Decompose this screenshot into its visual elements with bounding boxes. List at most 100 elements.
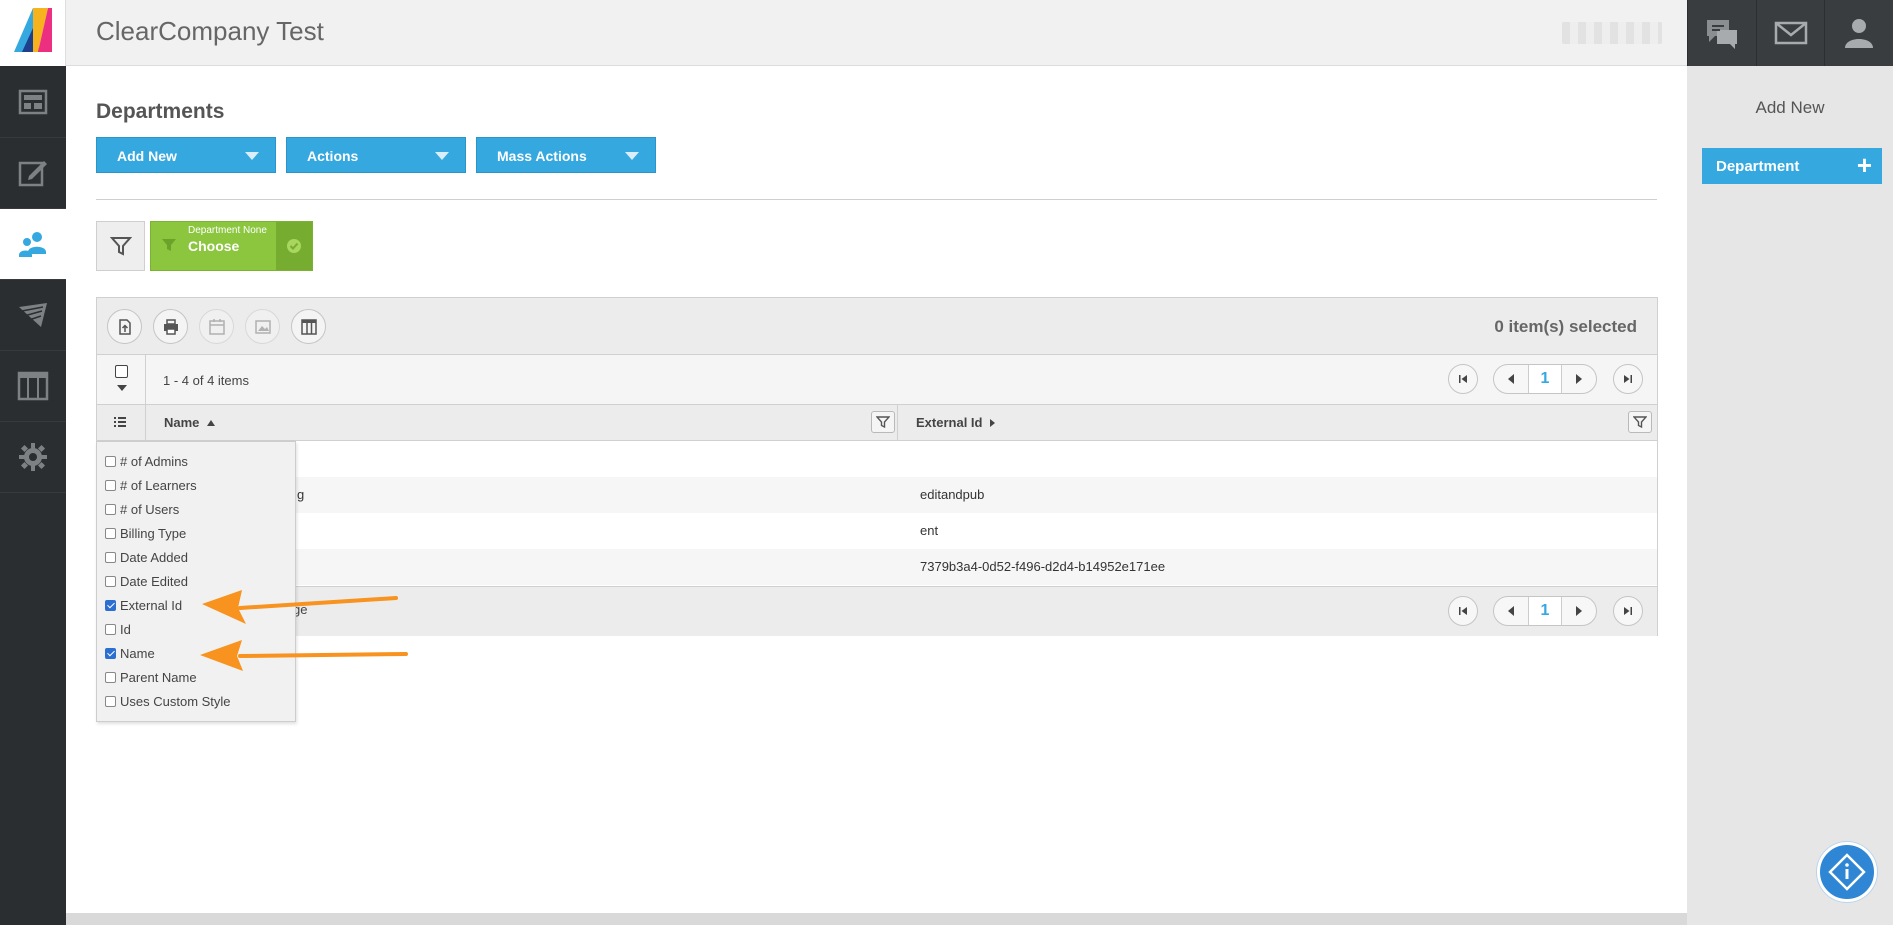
column-checkbox[interactable] xyxy=(105,671,116,683)
column-menu-toggle[interactable] xyxy=(97,405,146,440)
nav-settings[interactable] xyxy=(0,422,66,493)
export-icon xyxy=(118,318,131,335)
sort-asc-icon xyxy=(207,420,216,426)
column-checkbox[interactable] xyxy=(105,455,116,467)
columns-button[interactable] xyxy=(291,309,326,344)
column-checkbox[interactable] xyxy=(105,647,116,659)
column-option[interactable]: # of Learners xyxy=(105,475,197,495)
columns-icon xyxy=(17,371,49,401)
department-filter-chip[interactable]: Department None Choose xyxy=(150,221,313,271)
chevron-right-icon xyxy=(1576,374,1582,384)
column-checkbox[interactable] xyxy=(105,695,116,707)
last-page-button[interactable] xyxy=(1613,596,1643,626)
table-row[interactable] xyxy=(97,441,1657,477)
column-option-label: Billing Type xyxy=(120,525,187,541)
column-checkbox[interactable] xyxy=(105,575,116,587)
filter-icon xyxy=(1633,416,1647,429)
next-page-button[interactable] xyxy=(1562,597,1596,625)
next-page-button[interactable] xyxy=(1562,365,1596,393)
mail-button[interactable] xyxy=(1755,0,1825,66)
table-row[interactable]: g editandpub xyxy=(97,477,1657,513)
column-option[interactable]: Name xyxy=(105,643,155,663)
print-button[interactable] xyxy=(153,309,188,344)
app-logo[interactable] xyxy=(0,0,66,66)
column-option[interactable]: Date Edited xyxy=(105,571,188,591)
last-page-button[interactable] xyxy=(1613,364,1643,394)
nav-edit[interactable] xyxy=(0,138,66,209)
column-checkbox[interactable] xyxy=(105,527,116,539)
column-option[interactable]: Parent Name xyxy=(105,667,197,687)
select-all-checkbox[interactable] xyxy=(115,365,128,378)
column-checkbox[interactable] xyxy=(105,551,116,563)
column-header-external-id[interactable]: External Id xyxy=(898,405,1658,440)
current-page[interactable]: 1 xyxy=(1528,365,1562,393)
page-nav: 1 xyxy=(1493,364,1597,394)
filter-button[interactable] xyxy=(96,221,145,271)
column-option[interactable]: # of Admins xyxy=(105,451,188,471)
chevron-down-icon[interactable] xyxy=(117,385,127,391)
prev-page-button[interactable] xyxy=(1494,365,1528,393)
chevron-down-icon xyxy=(625,152,639,160)
horizontal-scrollbar[interactable] xyxy=(66,913,1687,925)
column-option[interactable]: # of Users xyxy=(105,499,179,519)
add-new-label: Add New xyxy=(117,148,177,164)
column-option[interactable]: Id xyxy=(105,619,131,639)
column-option[interactable]: External Id xyxy=(105,595,182,615)
column-option-label: External Id xyxy=(120,597,183,613)
left-nav xyxy=(0,0,66,925)
first-page-button[interactable] xyxy=(1448,596,1478,626)
column-option-label: # of Learners xyxy=(120,477,197,493)
first-page-button[interactable] xyxy=(1448,364,1478,394)
table-columns-icon xyxy=(300,318,317,335)
profile-button[interactable] xyxy=(1824,0,1893,66)
column-option-label: # of Users xyxy=(120,501,180,517)
column-option[interactable]: Billing Type xyxy=(105,523,186,543)
dashboard-icon xyxy=(18,89,48,115)
plus-icon: + xyxy=(1856,150,1872,180)
calendar-button[interactable] xyxy=(199,309,234,344)
select-all-cell[interactable] xyxy=(97,355,146,405)
name-filter-button[interactable] xyxy=(871,411,895,433)
export-button[interactable] xyxy=(107,309,142,344)
chat-icon xyxy=(1706,20,1737,49)
table-row[interactable]: ent xyxy=(97,513,1657,549)
mass-actions-dropdown[interactable]: Mass Actions xyxy=(476,137,656,173)
nav-paper-plane[interactable] xyxy=(0,280,66,351)
arrow-head-icon xyxy=(200,640,243,671)
user-name-blurred[interactable] xyxy=(1562,22,1662,44)
chip-value: Choose xyxy=(188,238,240,254)
external-id-filter-button[interactable] xyxy=(1628,411,1652,433)
column-checkbox[interactable] xyxy=(105,479,116,491)
add-new-dropdown[interactable]: Add New xyxy=(96,137,276,173)
image-button[interactable] xyxy=(245,309,280,344)
selected-count: 0 item(s) selected xyxy=(1494,317,1637,336)
app-title: ClearCompany Test xyxy=(96,16,324,46)
actions-dropdown[interactable]: Actions xyxy=(286,137,466,173)
column-checkbox[interactable] xyxy=(105,599,116,611)
column-checkbox[interactable] xyxy=(105,503,116,515)
column-checkbox[interactable] xyxy=(105,623,116,635)
nav-dashboard[interactable] xyxy=(0,67,66,138)
help-button[interactable] xyxy=(1817,842,1877,902)
column-option-label: Uses Custom Style xyxy=(120,693,231,709)
column-option[interactable]: Uses Custom Style xyxy=(105,691,231,711)
column-option-label: Id xyxy=(120,621,131,637)
column-option[interactable]: Date Added xyxy=(105,547,188,567)
add-new-panel: Add New Department + xyxy=(1687,66,1893,925)
column-option-label: Date Edited xyxy=(120,573,188,589)
prev-page-button[interactable] xyxy=(1494,597,1528,625)
current-page[interactable]: 1 xyxy=(1528,597,1562,625)
print-icon xyxy=(163,318,178,335)
nav-columns[interactable] xyxy=(0,351,66,422)
image-icon xyxy=(254,319,271,334)
chat-button[interactable] xyxy=(1687,0,1756,66)
chip-confirm[interactable] xyxy=(276,222,312,270)
nav-users[interactable] xyxy=(0,209,66,280)
column-header-name[interactable]: Name xyxy=(146,405,898,440)
chevron-left-icon xyxy=(1508,606,1514,616)
add-department-button[interactable]: Department + xyxy=(1702,148,1882,184)
grid-header: Name External Id xyxy=(97,405,1657,441)
chevron-left-icon xyxy=(1508,374,1514,384)
gear-icon xyxy=(19,443,47,471)
arrow-external-id xyxy=(238,596,398,610)
